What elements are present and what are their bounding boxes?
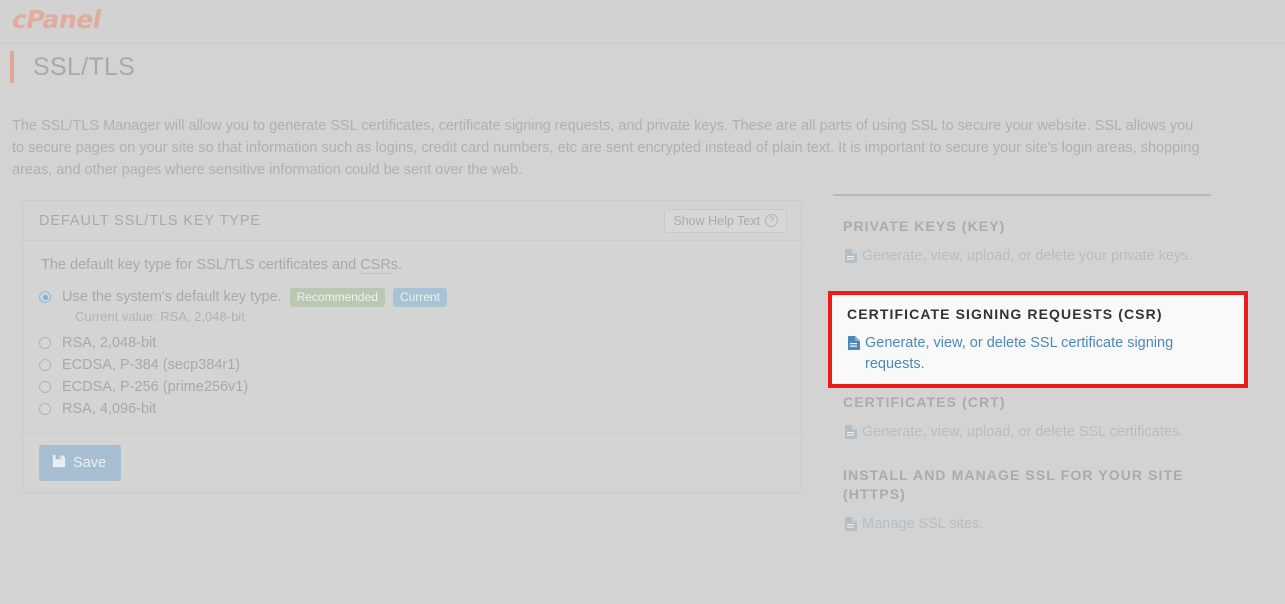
link-private-keys[interactable]: Generate, view, upload, or delete your p… (845, 246, 1213, 270)
card-title: DEFAULT SSL/TLS KEY TYPE (39, 212, 262, 229)
radio-option-rsa-4096[interactable]: RSA, 4,096-bit (39, 399, 785, 419)
save-button[interactable]: Save (39, 445, 122, 481)
radio-label-rsa-2048: RSA, 2,048-bit (62, 335, 157, 351)
cpanel-logo[interactable]: cPanel (12, 5, 101, 34)
current-value-note: Current value: RSA, 2,048-bit (75, 309, 245, 324)
link-certificates[interactable]: Generate, view, upload, or delete SSL ce… (845, 422, 1213, 446)
section-certificates: CERTIFICATES (CRT) Generate, view, uploa… (833, 393, 1213, 446)
card-header: DEFAULT SSL/TLS KEY TYPE Show Help Text … (23, 201, 801, 241)
radio-option-ecdsa-p256[interactable]: ECDSA, P-256 (prime256v1) (39, 377, 785, 397)
radio-input-rsa-2048[interactable] (39, 337, 51, 349)
link-label-csr: Generate, view, or delete SSL certificat… (865, 335, 1174, 372)
cpanel-ssl-tls-page: cPanel SSL/TLS The SSL/TLS Manager will … (0, 0, 1285, 604)
radio-label-ecdsa-p384: ECDSA, P-384 (secp384r1) (62, 357, 241, 373)
section-heading-certificates: CERTIFICATES (CRT) (843, 394, 1006, 410)
radio-label-ecdsa-p256: ECDSA, P-256 (prime256v1) (62, 379, 249, 395)
badge-current: Current (392, 287, 447, 307)
document-icon (845, 517, 857, 538)
link-csr[interactable]: Generate, view, or delete SSL certificat… (848, 333, 1230, 375)
card-footer: Save (23, 433, 801, 492)
section-private-keys: PRIVATE KEYS (KEY) Generate, view, uploa… (833, 217, 1213, 270)
default-key-type-card: DEFAULT SSL/TLS KEY TYPE Show Help Text … (22, 200, 802, 493)
page-description: The SSL/TLS Manager will allow you to ge… (12, 118, 1200, 178)
radio-input-ecdsa-p384[interactable] (39, 359, 51, 371)
show-help-text-label: Show Help Text (673, 213, 760, 228)
link-label-private-keys: Generate, view, upload, or delete your p… (862, 248, 1193, 264)
radio-label-system-default: Use the system's default key type. (62, 289, 282, 305)
question-circle-icon: ? (765, 214, 778, 227)
page-title-container: SSL/TLS (10, 51, 135, 83)
document-icon (848, 336, 860, 375)
section-heading-csr: CERTIFICATE SIGNING REQUESTS (CSR) (847, 306, 1163, 322)
section-heading-private-keys: PRIVATE KEYS (KEY) (843, 218, 1006, 234)
card-body: The default key type for SSL/TLS certifi… (23, 241, 801, 433)
radio-option-system-default[interactable]: Use the system's default key type. Recom… (39, 287, 785, 307)
radio-option-rsa-2048[interactable]: RSA, 2,048-bit (39, 333, 785, 353)
link-manage-ssl-sites[interactable]: Manage SSL sites. (845, 514, 1213, 538)
panel-divider (833, 194, 1211, 196)
highlighted-section-csr: CERTIFICATE SIGNING REQUESTS (CSR) Gener… (828, 291, 1248, 388)
save-disk-icon (52, 454, 66, 472)
save-button-label: Save (73, 455, 107, 471)
radio-label-rsa-4096: RSA, 4,096-bit (62, 401, 157, 417)
document-icon (845, 249, 857, 270)
badge-recommended: Recommended (289, 287, 385, 307)
page-title: SSL/TLS (33, 52, 136, 81)
lead-prefix: The default key type for SSL/TLS certifi… (41, 257, 361, 273)
radio-input-system-default[interactable] (39, 291, 51, 303)
link-label-certificates: Generate, view, upload, or delete SSL ce… (862, 424, 1184, 440)
top-header-bar: cPanel (0, 0, 1285, 44)
section-heading-install-manage-ssl: INSTALL AND MANAGE SSL FOR YOUR SITE (HT… (843, 467, 1184, 502)
document-icon (845, 425, 857, 446)
show-help-text-button[interactable]: Show Help Text ? (664, 208, 787, 233)
csr-abbr: CSR (360, 257, 391, 274)
radio-input-ecdsa-p256[interactable] (39, 381, 51, 393)
radio-option-ecdsa-p384[interactable]: ECDSA, P-384 (secp384r1) (39, 355, 785, 375)
link-label-manage-ssl-sites: Manage SSL sites. (862, 516, 984, 532)
lead-suffix: s. (390, 257, 403, 273)
radio-input-rsa-4096[interactable] (39, 403, 51, 415)
title-accent-bar (10, 51, 14, 83)
section-install-manage-ssl: INSTALL AND MANAGE SSL FOR YOUR SITE (HT… (833, 466, 1213, 538)
key-type-lead-text: The default key type for SSL/TLS certifi… (41, 257, 785, 274)
